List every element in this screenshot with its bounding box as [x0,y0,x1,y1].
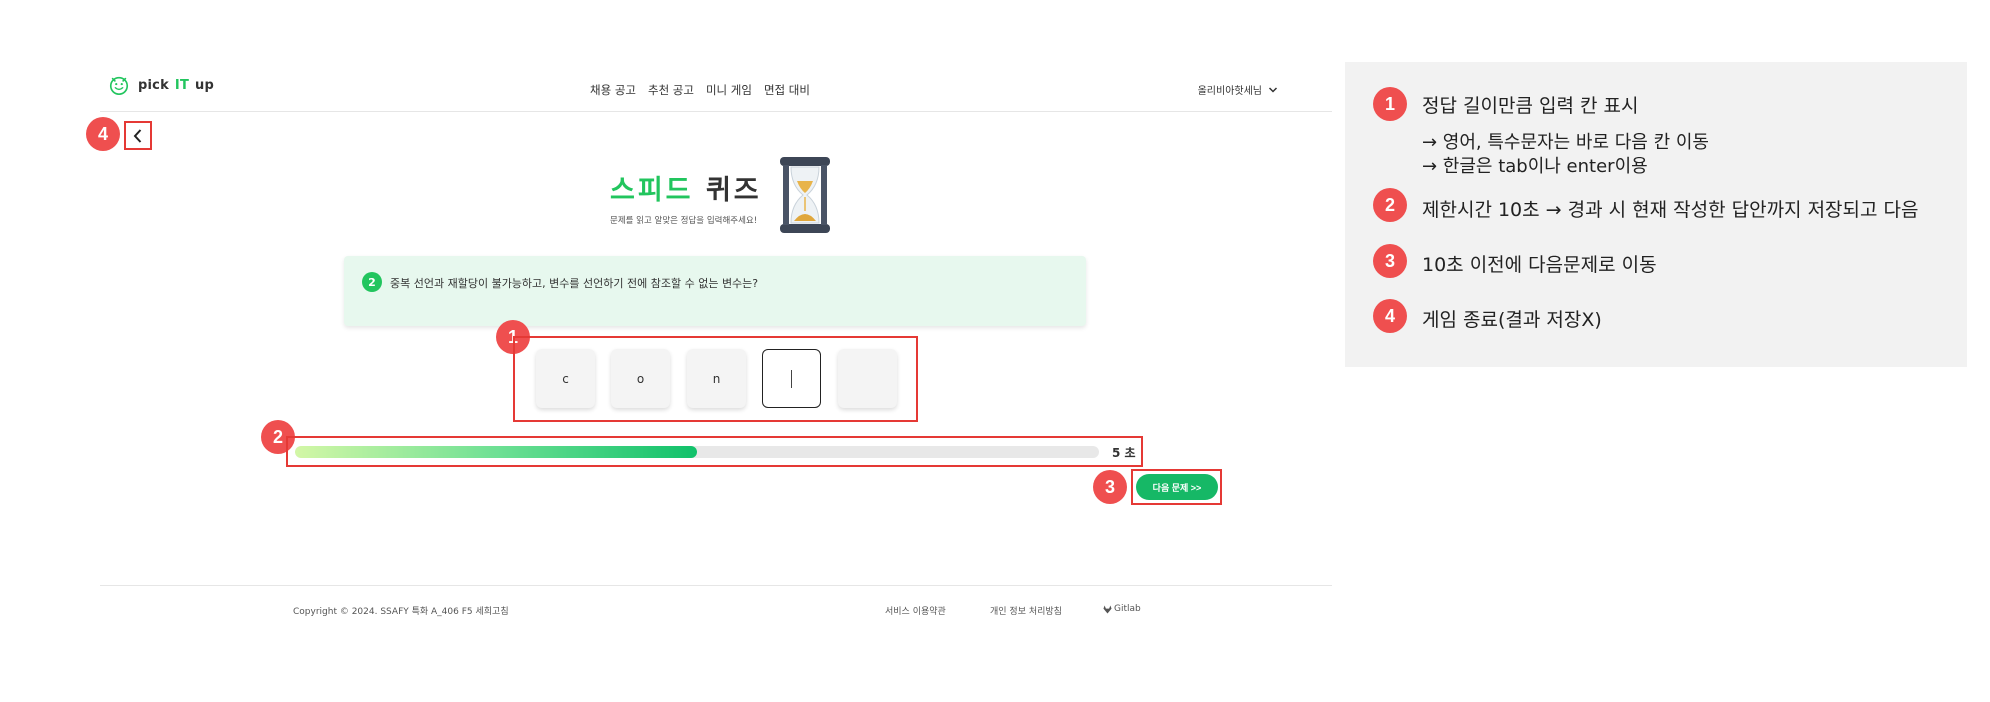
smile-logo-icon [109,76,129,95]
timer-progress-fill [295,446,697,458]
gitlab-label: Gitlab [1114,604,1141,614]
annotation-item-2: 제한시간 10초 → 경과 시 현재 작성한 답안까지 저장되고 다음 [1422,199,1919,221]
footer-copyright: Copyright © 2024. SSAFY 특화 A_406 F5 세희고침 [293,607,509,617]
question-card: 2 중복 선언과 재할당이 불가능하고, 변수를 선언하기 전에 참조할 수 없… [344,256,1086,326]
nav-item-interview[interactable]: 면접 대비 [764,82,810,98]
footer-terms-link[interactable]: 서비스 이용약관 [885,604,946,617]
annotation-item-1-sub-2: → 한글은 tab이나 enter이용 [1422,156,1648,177]
screen: pick IT up 채용 공고 추천 공고 미니 게임 면접 대비 올리비아핫세님… [0,0,1990,702]
footer-privacy-link[interactable]: 개인 정보 처리방침 [990,604,1062,617]
gitlab-icon [1103,604,1112,614]
footer-divider [100,585,1332,586]
timer-remaining: 5 초 [1112,446,1136,460]
annotation-badge-3: 3 [1093,470,1127,504]
user-name: 올리비아핫세님 [1197,86,1262,97]
annotation-item-1: 정답 길이만큼 입력 칸 표시 [1422,95,1639,117]
panel-badge-1: 1 [1373,87,1407,121]
annotation-item-3: 10초 이전에 다음문제로 이동 [1422,254,1657,276]
back-button[interactable] [124,121,152,150]
panel-badge-3: 3 [1373,244,1407,278]
logo-text: pick IT up [138,77,214,93]
footer-gitlab-link[interactable]: Gitlab [1103,604,1141,614]
panel-badge-2: 2 [1373,188,1407,222]
text-caret [791,369,792,388]
chevron-down-icon [1268,86,1278,93]
next-question-button[interactable]: 다음 문제 >> [1136,474,1218,500]
answer-cell-4[interactable] [762,349,821,408]
annotation-item-4: 게임 종료(결과 저장X) [1422,309,1602,331]
panel-badge-4: 4 [1373,299,1407,333]
hourglass-icon [780,157,830,233]
nav-item-recommended[interactable]: 추천 공고 [648,82,694,98]
answer-cell-5[interactable] [838,349,897,408]
nav-item-jobs[interactable]: 채용 공고 [590,82,636,98]
nav-item-mini-game[interactable]: 미니 게임 [706,82,752,98]
logo[interactable]: pick IT up [108,74,214,96]
question-number: 2 [362,272,382,292]
page-subtitle: 문제를 읽고 알맞은 정답을 입력해주세요! [610,216,758,226]
answer-cell-2[interactable]: o [611,349,670,408]
back-chevron-icon [133,128,142,143]
question-text: 중복 선언과 재할당이 불가능하고, 변수를 선언하기 전에 참조할 수 없는 … [390,277,759,290]
user-menu[interactable]: 올리비아핫세님 [1198,82,1278,97]
site-header: pick IT up 채용 공고 추천 공고 미니 게임 면접 대비 올리비아핫세님 [100,64,1332,112]
answer-cell-1[interactable]: c [536,349,595,408]
page-title: 스피드 퀴즈 [610,175,762,206]
main-nav: 채용 공고 추천 공고 미니 게임 면접 대비 [590,82,810,98]
annotation-item-1-sub-1: → 영어, 특수문자는 바로 다음 칸 이동 [1422,132,1709,153]
answer-cell-3[interactable]: n [687,349,746,408]
annotation-badge-4: 4 [86,117,120,151]
timer-progress-track [295,446,1099,458]
